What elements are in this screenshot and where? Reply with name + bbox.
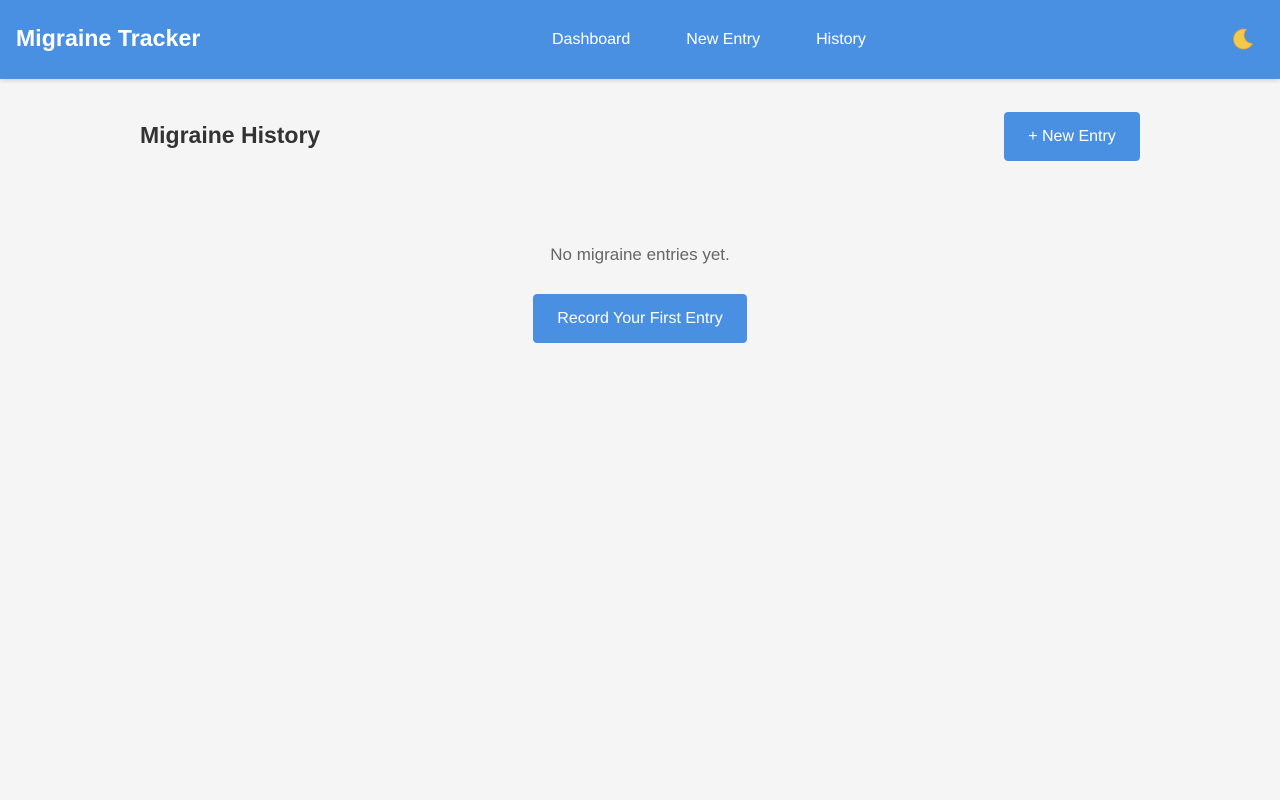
nav-dashboard[interactable]: Dashboard [524, 23, 658, 57]
empty-state-message: No migraine entries yet. [550, 245, 730, 264]
theme-toggle-button[interactable] [1226, 22, 1260, 56]
main-nav: Dashboard New Entry History [524, 0, 894, 79]
page-title: Migraine History [140, 122, 321, 148]
new-entry-button[interactable]: + New Entry [1004, 112, 1140, 161]
moon-icon [1233, 28, 1254, 50]
app-title[interactable]: Migraine Tracker [16, 25, 200, 52]
top-navbar: Migraine Tracker Dashboard New Entry His… [0, 0, 1280, 79]
nav-history[interactable]: History [788, 23, 894, 57]
nav-new-entry[interactable]: New Entry [658, 23, 788, 57]
record-first-entry-button[interactable]: Record Your First Entry [533, 294, 747, 343]
